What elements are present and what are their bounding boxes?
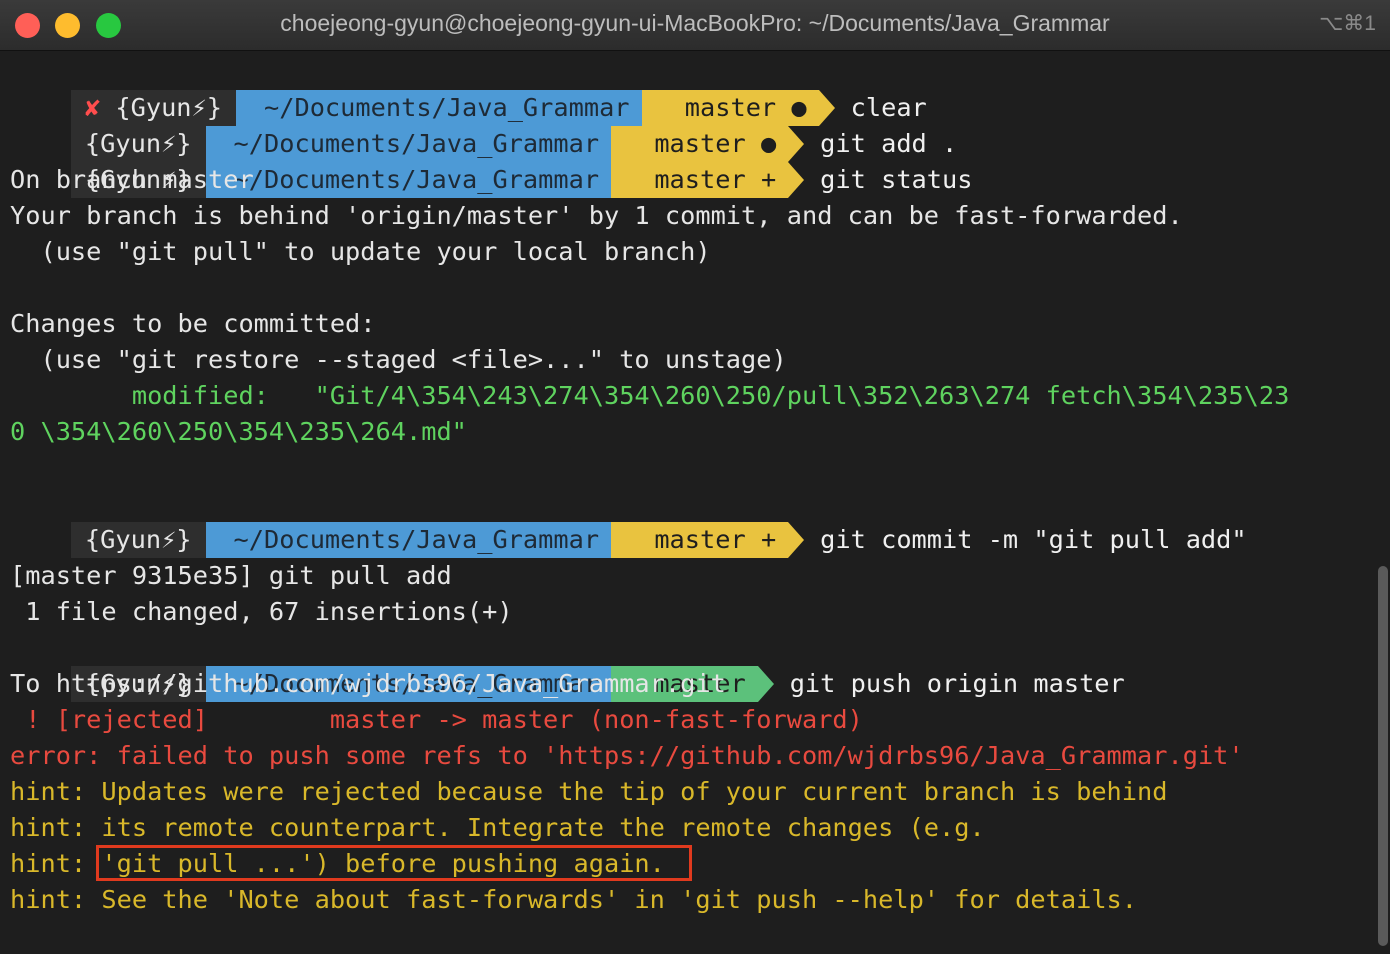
output-line: 1 file changed, 67 insertions(+) (10, 597, 513, 626)
output-line: Your branch is behind 'origin/master' by… (10, 201, 1183, 230)
segment-arrow-icon (788, 522, 805, 558)
output-line: (use "git restore --staged <file>..." to… (10, 345, 787, 374)
output-line: Changes to be committed: (10, 309, 376, 338)
output-line: [master 9315e35] git pull add (10, 561, 452, 590)
prompt-line: {Gyun⚡} ~/Documents/Java_Grammar master +… (10, 126, 972, 198)
output-line: (use "git pull" to update your local bra… (10, 237, 711, 266)
prompt-branch: master + (611, 162, 789, 198)
command-text: git push origin master (789, 669, 1125, 698)
hint-line: hint: its remote counterpart. Integrate … (10, 813, 985, 842)
terminal-output[interactable]: ✘ {Gyun⚡} ~/Documents/Java_Grammar master… (0, 54, 1376, 954)
prompt-line: ✘ {Gyun⚡} ~/Documents/Java_Grammar master… (10, 54, 927, 126)
prompt-line: ✘ {Gyun⚡}~/Documents/Java_Grammar master (10, 918, 835, 954)
modified-file-line: modified: "Git/4\354\243\274\354\260\250… (10, 381, 1290, 410)
prompt-line: {Gyun⚡} ~/Documents/Java_Grammar master gi… (10, 630, 1125, 702)
prompt-path: ~/Documents/Java_Grammar (205, 522, 612, 558)
prompt-line: {Gyun⚡} ~/Documents/Java_Grammar master +… (10, 486, 1247, 558)
scrollbar[interactable] (1378, 566, 1388, 946)
prompt-path: ~/Documents/Java_Grammar (205, 162, 612, 198)
window-title: choejeong-gyun@choejeong-gyun-ui-MacBook… (280, 10, 1110, 36)
prompt-line: {Gyun⚡} ~/Documents/Java_Grammar master ●… (10, 90, 957, 162)
staged-plus-icon: + (760, 525, 777, 554)
command-text: git status (820, 165, 973, 194)
hint-line: hint: See the 'Note about fast-forwards'… (10, 885, 1138, 914)
output-line: On branch master (10, 165, 254, 194)
window-shortcut: ⌥⌘1 (1319, 12, 1376, 35)
error-line: error: failed to push some refs to 'http… (10, 741, 1244, 770)
rejected-line: ! [rejected] master -> master (non-fast-… (10, 705, 863, 734)
highlight-box (96, 845, 692, 881)
hint-line: hint: Updates were rejected because the … (10, 777, 1168, 806)
output-line: To https://github.com/wjdrbs96/Java_Gram… (10, 669, 726, 698)
staged-plus-icon: + (760, 165, 777, 194)
segment-arrow-icon (757, 666, 774, 702)
prompt-context: {Gyun⚡} (70, 522, 206, 558)
segment-arrow-icon (788, 162, 805, 198)
command-text: git commit -m "git pull add" (820, 525, 1247, 554)
modified-file-line: 0 \354\260\250\354\235\264.md" (10, 417, 467, 446)
title-bar: choejeong-gyun@choejeong-gyun-ui-MacBook… (0, 0, 1390, 51)
prompt-branch: master + (611, 522, 789, 558)
